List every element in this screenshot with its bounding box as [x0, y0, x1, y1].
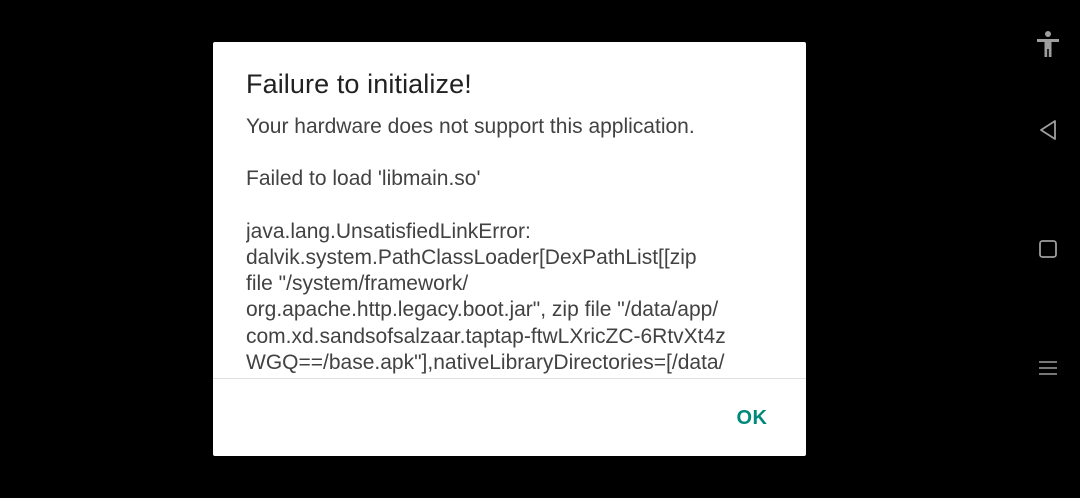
error-line: file "/system/framework/	[246, 272, 469, 296]
accessibility-button[interactable]	[1032, 28, 1064, 60]
menu-button[interactable]	[1032, 352, 1064, 384]
error-dialog: Failure to initialize! Your hardware doe…	[213, 42, 806, 456]
dialog-divider	[213, 378, 806, 379]
dialog-detail: Failed to load 'libmain.so'	[246, 167, 481, 191]
navigation-bar	[1016, 0, 1080, 498]
back-button[interactable]	[1032, 114, 1064, 146]
recents-icon	[1038, 239, 1058, 259]
dialog-message-scroll[interactable]: Your hardware does not support this appl…	[246, 114, 776, 378]
menu-icon	[1038, 359, 1058, 377]
dialog-title: Failure to initialize!	[246, 69, 472, 99]
error-line: org.apache.http.legacy.boot.jar", zip fi…	[246, 298, 719, 322]
error-line: WGQ==/base.apk"],nativeLibraryDirectorie…	[246, 350, 725, 374]
error-line: java.lang.UnsatisfiedLinkError:	[246, 219, 531, 243]
accessibility-icon	[1035, 30, 1061, 58]
back-icon	[1038, 119, 1058, 141]
error-line: com.xd.sandsofsalzaar.taptap-ftwLXricZC-…	[246, 324, 726, 348]
error-stacktrace: java.lang.UnsatisfiedLinkError: dalvik.s…	[246, 219, 776, 376]
screen: Failure to initialize! Your hardware doe…	[0, 0, 1080, 498]
ok-button[interactable]: OK	[728, 400, 776, 436]
error-line: dalvik.system.PathClassLoader[DexPathLis…	[246, 245, 697, 269]
dialog-message: Your hardware does not support this appl…	[246, 115, 695, 138]
recents-button[interactable]	[1032, 233, 1064, 265]
